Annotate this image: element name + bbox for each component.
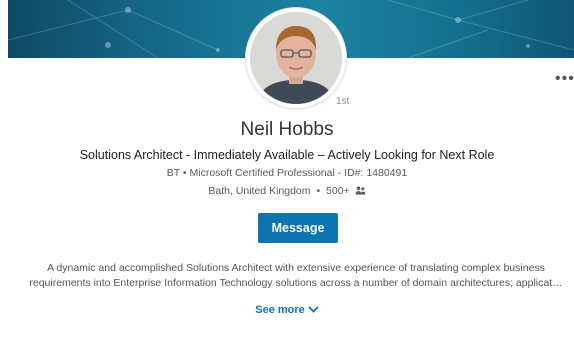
see-more-label: See more	[255, 304, 305, 316]
profile-avatar[interactable]	[246, 8, 346, 108]
summary-line-1: A dynamic and accomplished Solutions Arc…	[47, 262, 545, 274]
more-options-icon[interactable]: •••	[555, 71, 574, 87]
profile-headline: Solutions Architect - Immediately Availa…	[79, 148, 495, 162]
chevron-down-icon	[308, 306, 319, 313]
summary-line-2: requirements into Enterprise Information…	[29, 277, 563, 289]
people-icon	[355, 186, 366, 195]
profile-name: Neil Hobbs	[240, 119, 334, 140]
profile-summary: A dynamic and accomplished Solutions Arc…	[26, 261, 566, 291]
connection-degree-badge: 1st	[336, 96, 350, 107]
profile-location-line: Bath, United Kingdom • 500+	[0, 185, 574, 197]
connections-count[interactable]: 500+	[326, 185, 350, 197]
profile-card: 1st ••• Neil Hobbs Solutions Architect -…	[0, 0, 574, 341]
profile-company-line: BT • Microsoft Certified Professional - …	[166, 167, 408, 179]
message-button[interactable]: Message	[258, 213, 338, 243]
profile-location: Bath, United Kingdom	[208, 185, 311, 197]
profile-photo	[250, 12, 342, 104]
person-silhouette-icon	[250, 12, 342, 104]
location-separator: •	[316, 185, 321, 197]
see-more-link[interactable]: See more	[0, 304, 574, 316]
